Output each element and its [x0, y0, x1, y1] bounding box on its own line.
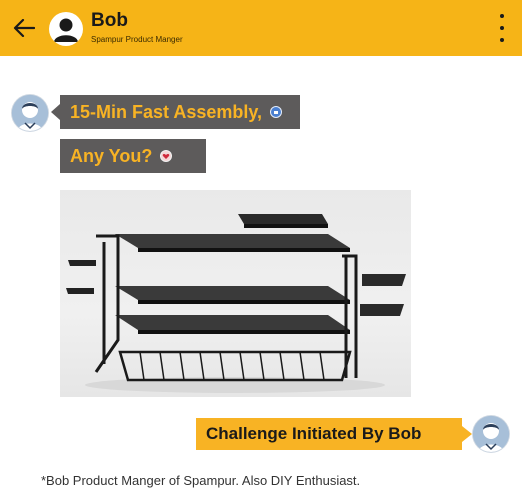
- message-text: Any You?: [70, 145, 153, 166]
- heart-emoji-icon: [160, 150, 173, 162]
- user-avatar-icon: [473, 416, 509, 452]
- my-avatar[interactable]: [473, 416, 509, 452]
- user-avatar-icon: [12, 95, 48, 131]
- thumbs-up-emoji-icon: [270, 106, 283, 118]
- contact-avatar[interactable]: [49, 12, 83, 46]
- outgoing-message-bubble[interactable]: Challenge Initiated By Bob: [196, 418, 472, 450]
- sender-avatar[interactable]: [12, 95, 48, 131]
- heart-icon: [161, 151, 172, 161]
- arrow-left-icon: [13, 19, 35, 37]
- message-text: 15-Min Fast Assembly,: [70, 101, 263, 122]
- message-bubble[interactable]: 15-Min Fast Assembly,: [51, 95, 300, 129]
- back-button[interactable]: [8, 12, 40, 44]
- thumbs-up-icon: [271, 107, 282, 117]
- more-vertical-icon: [500, 14, 504, 18]
- shoe-rack-illustration: [66, 214, 406, 393]
- message-text: Challenge Initiated By Bob: [206, 424, 422, 443]
- contact-subtitle: Spampur Product Manger: [91, 35, 183, 44]
- user-silhouette-icon: [54, 18, 78, 42]
- chat-header: Bob Spampur Product Manger: [0, 0, 522, 56]
- footnote: *Bob Product Manger of Spampur. Also DIY…: [41, 473, 361, 488]
- contact-name[interactable]: Bob: [91, 10, 128, 32]
- menu-dot: [500, 38, 504, 42]
- shoe-rack-product-photo[interactable]: [60, 190, 411, 397]
- more-menu-button[interactable]: [492, 14, 512, 42]
- menu-dot: [500, 26, 504, 30]
- message-bubble[interactable]: Any You?: [60, 139, 206, 173]
